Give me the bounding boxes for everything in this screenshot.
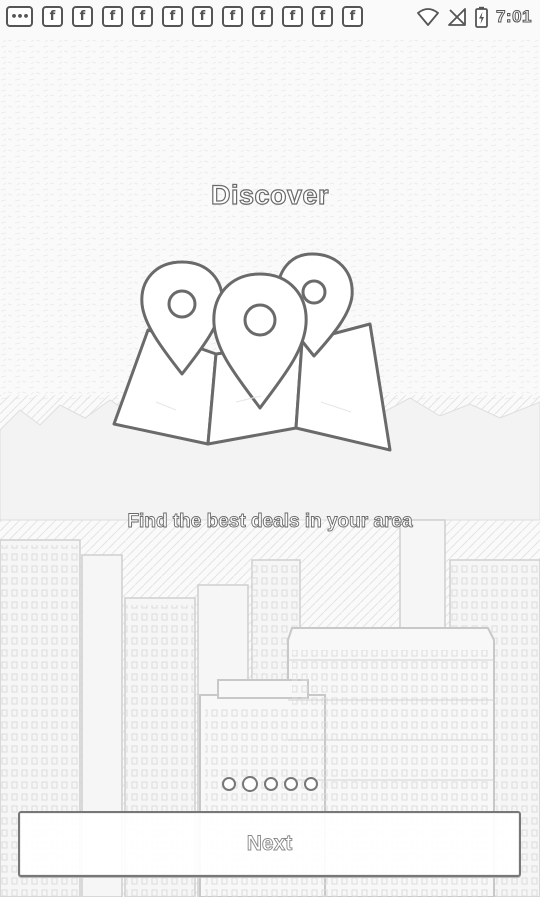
notification-icons: ••• f f f f f f f f f f f (6, 6, 363, 27)
wifi-icon (417, 8, 439, 26)
facebook-icon: f (132, 6, 153, 27)
facebook-icon: f (312, 6, 333, 27)
system-icons: 7:01 (417, 6, 532, 28)
battery-charging-icon (475, 6, 488, 28)
page-dot[interactable] (284, 777, 298, 791)
facebook-icon: f (342, 6, 363, 27)
no-signal-icon (448, 8, 466, 26)
page-dot-active[interactable] (242, 776, 258, 792)
onboarding-subtitle: Find the best deals in your area (127, 511, 413, 533)
page-dot[interactable] (264, 777, 278, 791)
facebook-icon: f (222, 6, 243, 27)
onboarding-screen: ••• f f f f f f f f f f f 7:01 Discover … (0, 0, 540, 897)
facebook-icon: f (162, 6, 183, 27)
facebook-icon: f (102, 6, 123, 27)
page-dot[interactable] (222, 777, 236, 791)
facebook-icon: f (282, 6, 303, 27)
facebook-icon: f (72, 6, 93, 27)
more-notifications-icon: ••• (6, 6, 33, 27)
page-dot[interactable] (304, 777, 318, 791)
facebook-icon: f (42, 6, 63, 27)
map-pins-icon (112, 252, 392, 452)
next-button[interactable]: Next (18, 811, 521, 877)
status-time: 7:01 (495, 7, 532, 27)
next-button-label: Next (246, 832, 293, 856)
page-indicator (0, 776, 540, 792)
facebook-icon: f (192, 6, 213, 27)
status-bar: ••• f f f f f f f f f f f 7:01 (0, 0, 540, 34)
onboarding-title: Discover (210, 179, 330, 210)
facebook-icon: f (252, 6, 273, 27)
